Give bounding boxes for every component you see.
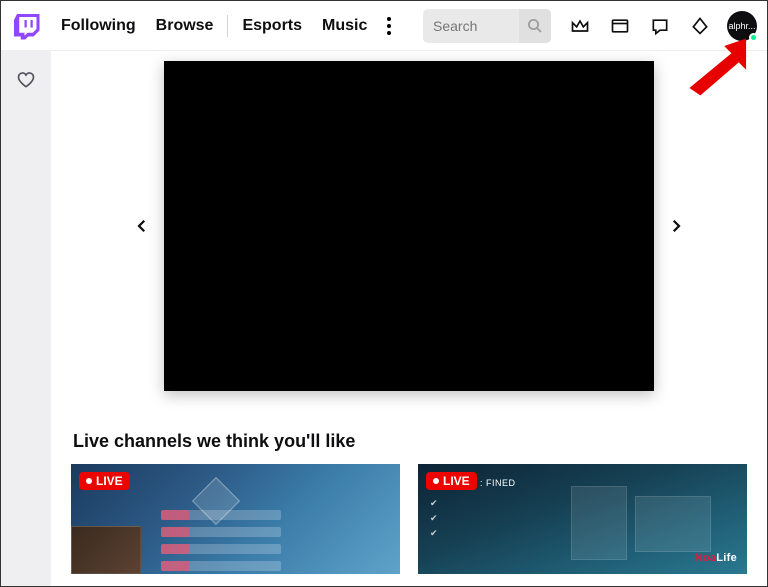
top-navigation-bar: Following Browse Esports Music [1, 1, 767, 51]
online-status-dot [749, 33, 758, 42]
live-badge: LIVE [426, 472, 477, 490]
followed-channels-icon[interactable] [11, 65, 41, 95]
channel-thumbnail: HACKERS : FINED ✔✔✔ NoaLife LIVE [418, 464, 747, 574]
user-avatar[interactable]: alphr... [727, 11, 757, 41]
nav-esports[interactable]: Esports [232, 17, 312, 35]
carousel-prev-button[interactable] [120, 204, 164, 248]
nav-divider [227, 15, 228, 37]
inbox-icon[interactable] [603, 9, 637, 43]
live-channel-card[interactable]: HACKERS : FINED ✔✔✔ NoaLife LIVE [418, 464, 747, 574]
main-content: Live channels we think you'll like LIVE … [51, 51, 767, 586]
channel-thumbnail: LIVE [71, 464, 400, 574]
top-icons: alphr... [563, 9, 757, 43]
nav-browse[interactable]: Browse [146, 17, 224, 35]
featured-carousel [71, 61, 747, 391]
carousel-next-button[interactable] [654, 204, 698, 248]
featured-video-player[interactable] [164, 61, 654, 391]
left-sidebar [1, 51, 51, 586]
whispers-icon[interactable] [643, 9, 677, 43]
live-channel-cards: LIVE HACKERS : FINED ✔✔✔ NoaLife LIVE [71, 464, 747, 574]
live-channel-card[interactable]: LIVE [71, 464, 400, 574]
nav-following[interactable]: Following [51, 17, 146, 35]
content-area: Live channels we think you'll like LIVE … [1, 51, 767, 586]
twitch-logo[interactable] [11, 10, 41, 42]
nav-music[interactable]: Music [312, 17, 377, 35]
search-button[interactable] [519, 9, 551, 43]
live-badge: LIVE [79, 472, 130, 490]
nav-links: Following Browse Esports Music [51, 15, 377, 37]
search-bar [423, 9, 551, 43]
search-input[interactable] [423, 18, 519, 34]
bits-icon[interactable] [683, 9, 717, 43]
prime-crown-icon[interactable] [563, 9, 597, 43]
watermark: NoaLife [695, 552, 737, 564]
section-title-live-channels: Live channels we think you'll like [73, 431, 747, 452]
more-menu-icon[interactable] [377, 11, 401, 41]
